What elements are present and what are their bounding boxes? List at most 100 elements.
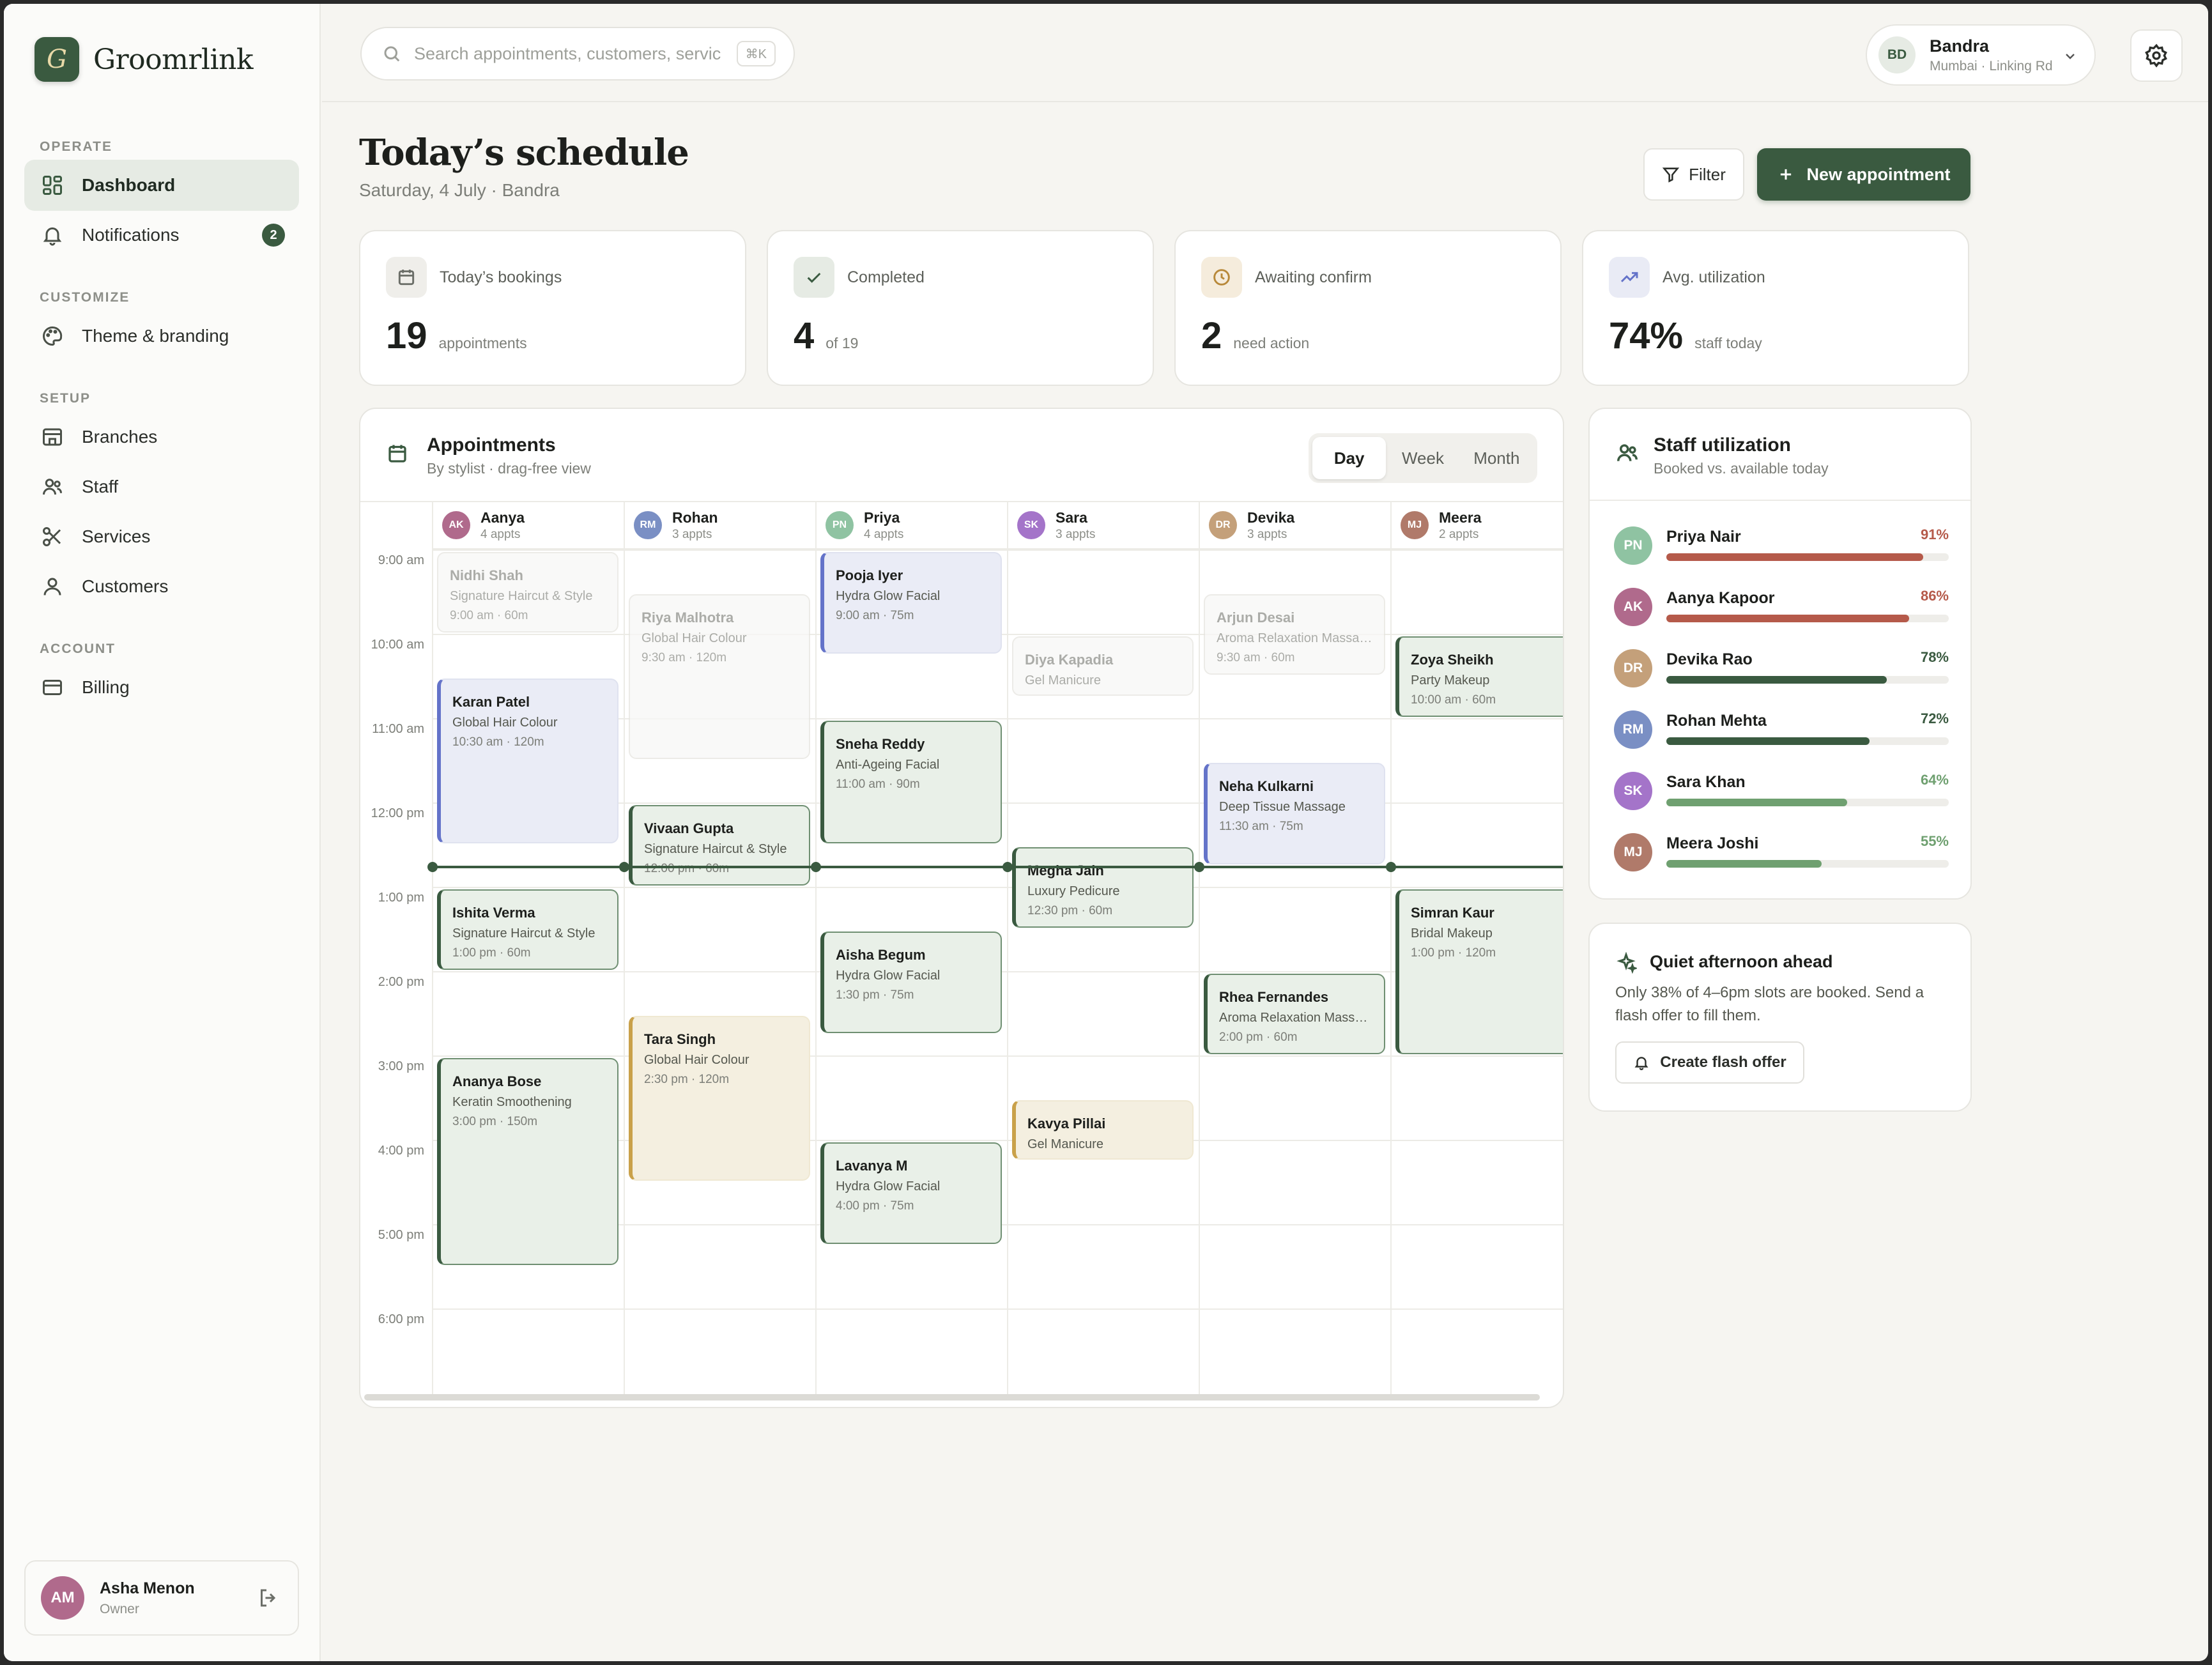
utilization-percent: 78% — [1920, 649, 1949, 665]
appointment-card[interactable]: Neha Kulkarni Deep Tissue Massage 11:30 am… — [1204, 763, 1385, 864]
appointment-card[interactable]: Aisha Begum Hydra Glow Facial 1:30 pm · 75… — [820, 932, 1002, 1033]
appointment-service: Signature Haircut & Style — [452, 926, 595, 940]
utilization-track — [1666, 553, 1949, 561]
sidebar-item-theme[interactable]: Theme & branding — [24, 311, 299, 362]
create-flash-offer-button[interactable]: Create flash offer — [1615, 1041, 1804, 1084]
hour-gridline — [432, 1308, 1563, 1310]
utilization-percent: 72% — [1920, 710, 1949, 726]
appointment-customer: Sneha Reddy — [836, 736, 925, 752]
view-day-tab[interactable]: Day — [1312, 437, 1386, 479]
appointment-service: Aroma Relaxation Massage — [1219, 1011, 1372, 1025]
appointment-service: Signature Haircut & Style — [450, 589, 593, 603]
appointment-service: Aroma Relaxation Massage — [1217, 631, 1372, 645]
appointment-customer: Megha Jain — [1027, 863, 1104, 879]
appointment-card[interactable]: Ishita Verma Signature Haircut & Style 1:0… — [437, 889, 618, 970]
appointment-card[interactable]: Ananya Bose Keratin Smoothening 3:00 pm · … — [437, 1058, 618, 1265]
appointment-card[interactable]: Tara Singh Global Hair Colour 2:30 pm · 12… — [629, 1016, 810, 1181]
time-label: 6:00 pm — [378, 1312, 424, 1326]
appointment-card[interactable]: Nidhi Shah Signature Haircut & Style 9:00 … — [437, 552, 618, 633]
appointment-card[interactable]: Sneha Reddy Anti-Ageing Facial 11:00 am · … — [820, 721, 1002, 843]
filter-button[interactable]: Filter — [1643, 148, 1744, 201]
sidebar-item-branches[interactable]: Branches — [24, 411, 299, 463]
insight-body: Only 38% of 4–6pm slots are booked. Send… — [1615, 984, 1924, 1024]
user-icon — [41, 575, 64, 598]
current-time-marker — [427, 862, 438, 872]
store-icon — [41, 426, 64, 449]
sidebar-item-label: Theme & branding — [82, 326, 229, 346]
sidebar-item-dashboard[interactable]: Dashboard — [24, 160, 299, 211]
sidebar-item-services[interactable]: Services — [24, 511, 299, 562]
stylist-column-header[interactable]: MJ Meera 2 appts — [1390, 502, 1563, 549]
avatar: AK — [1614, 588, 1652, 626]
user-name: Asha Menon — [100, 1579, 195, 1597]
stylist-appt-count: 3 appts — [1247, 527, 1287, 541]
appointment-customer: Kavya Pillai — [1027, 1116, 1106, 1132]
filter-label: Filter — [1689, 164, 1726, 184]
stat-value: 4 — [794, 315, 815, 357]
user-card[interactable]: AM Asha Menon Owner — [24, 1560, 299, 1636]
appointment-time: 4:00 pm · 75m — [836, 1199, 914, 1213]
search-input[interactable]: Search appointments, customers, services… — [360, 27, 795, 81]
appointment-card[interactable]: Arjun Desai Aroma Relaxation Massage 9:30 … — [1204, 594, 1385, 675]
appointment-card[interactable]: Zoya Sheikh Party Makeup 10:00 am · 60m — [1395, 636, 1563, 717]
appointment-service: Deep Tissue Massage — [1219, 800, 1346, 814]
appointment-customer: Rhea Fernandes — [1219, 989, 1329, 1005]
staff-name: Devika Rao — [1666, 650, 1753, 668]
appointment-card[interactable]: Kavya Pillai Gel Manicure — [1012, 1100, 1194, 1160]
appointment-time: 2:30 pm · 120m — [644, 1073, 730, 1086]
appointment-time: 1:00 pm · 120m — [1411, 946, 1496, 960]
appointment-customer: Vivaan Gupta — [644, 820, 734, 836]
stylist-column-header[interactable]: AK Aanya 4 appts — [432, 502, 624, 549]
staff-name: Aanya Kapoor — [1666, 589, 1775, 607]
sidebar-item-staff[interactable]: Staff — [24, 461, 299, 512]
branch-selector[interactable]: BD Bandra Mumbai · Linking Rd — [1866, 24, 2096, 86]
appointment-card[interactable]: Diya Kapadia Gel Manicure — [1012, 636, 1194, 696]
time-label: 1:00 pm — [378, 891, 424, 905]
stylist-meta: Devika 3 appts — [1247, 509, 1294, 542]
appointment-card[interactable]: Rhea Fernandes Aroma Relaxation Massage 2:… — [1204, 974, 1385, 1054]
appointment-card[interactable]: Megha Jain Luxury Pedicure 12:30 pm · 60m — [1012, 847, 1194, 928]
settings-button[interactable] — [2130, 29, 2183, 82]
appointment-card[interactable]: Lavanya M Hydra Glow Facial 4:00 pm · 75m — [820, 1142, 1002, 1244]
calendar-icon — [388, 445, 406, 463]
appointment-card[interactable]: Vivaan Gupta Signature Haircut & Style 12:… — [629, 805, 810, 886]
stylist-column-header[interactable]: PN Priya 4 appts — [815, 502, 1007, 549]
sidebar-item-notifications[interactable]: Notifications 2 — [24, 210, 299, 261]
appointment-customer: Riya Malhotra — [641, 610, 734, 625]
stylist-column-header[interactable]: RM Rohan 3 appts — [624, 502, 815, 549]
appointment-card[interactable]: Pooja Iyer Hydra Glow Facial 9:00 am · 75m — [820, 552, 1002, 654]
users-icon — [1617, 444, 1638, 461]
clock-icon — [1201, 257, 1242, 298]
avatar: AM — [41, 1576, 84, 1620]
sidebar-item-billing[interactable]: Billing — [24, 662, 299, 713]
search-icon — [384, 46, 400, 62]
sidebar-item-label: Dashboard — [82, 175, 176, 195]
sidebar-item-customers[interactable]: Customers — [24, 561, 299, 612]
staff-utilization-panel: Staff utilization Booked vs. available t… — [1588, 408, 1972, 900]
staff-utilization-row: RM Rohan Mehta 72% — [1614, 705, 1949, 756]
users-icon — [41, 475, 64, 498]
appointment-card[interactable]: Karan Patel Global Hair Colour 10:30 am · … — [437, 679, 618, 843]
utilization-track — [1666, 615, 1949, 622]
view-month-tab[interactable]: Month — [1460, 437, 1533, 479]
new-appointment-button[interactable]: New appointment — [1757, 148, 1970, 201]
avatar: PN — [826, 511, 854, 539]
horizontal-scrollbar[interactable] — [364, 1394, 1540, 1400]
stat-value: 19 — [386, 315, 427, 357]
stylist-meta: Rohan 3 appts — [672, 509, 718, 542]
brand[interactable]: G Groomrlink — [35, 37, 254, 82]
stat-card-completed: Completed 4 of 19 — [767, 230, 1154, 386]
appointment-card[interactable]: Riya Malhotra Global Hair Colour 9:30 am ·… — [629, 594, 810, 759]
page-subtitle: Saturday, 4 July · Bandra — [359, 180, 560, 200]
stylist-column-header[interactable]: SK Sara 3 appts — [1007, 502, 1199, 549]
utilization-bar — [1666, 553, 1924, 561]
logout-icon[interactable] — [257, 1586, 280, 1609]
view-week-tab[interactable]: Week — [1386, 437, 1459, 479]
utilization-percent: 86% — [1920, 588, 1949, 604]
sidebar-item-label: Staff — [82, 477, 119, 496]
appointment-card[interactable]: Simran Kaur Bridal Makeup 1:00 pm · 120m — [1395, 889, 1563, 1054]
nav-section-operate: OPERATE — [40, 139, 112, 154]
stylist-column-header[interactable]: DR Devika 3 appts — [1199, 502, 1390, 549]
sidebar-item-label: Notifications — [82, 225, 180, 245]
notification-count-badge: 2 — [262, 224, 285, 247]
